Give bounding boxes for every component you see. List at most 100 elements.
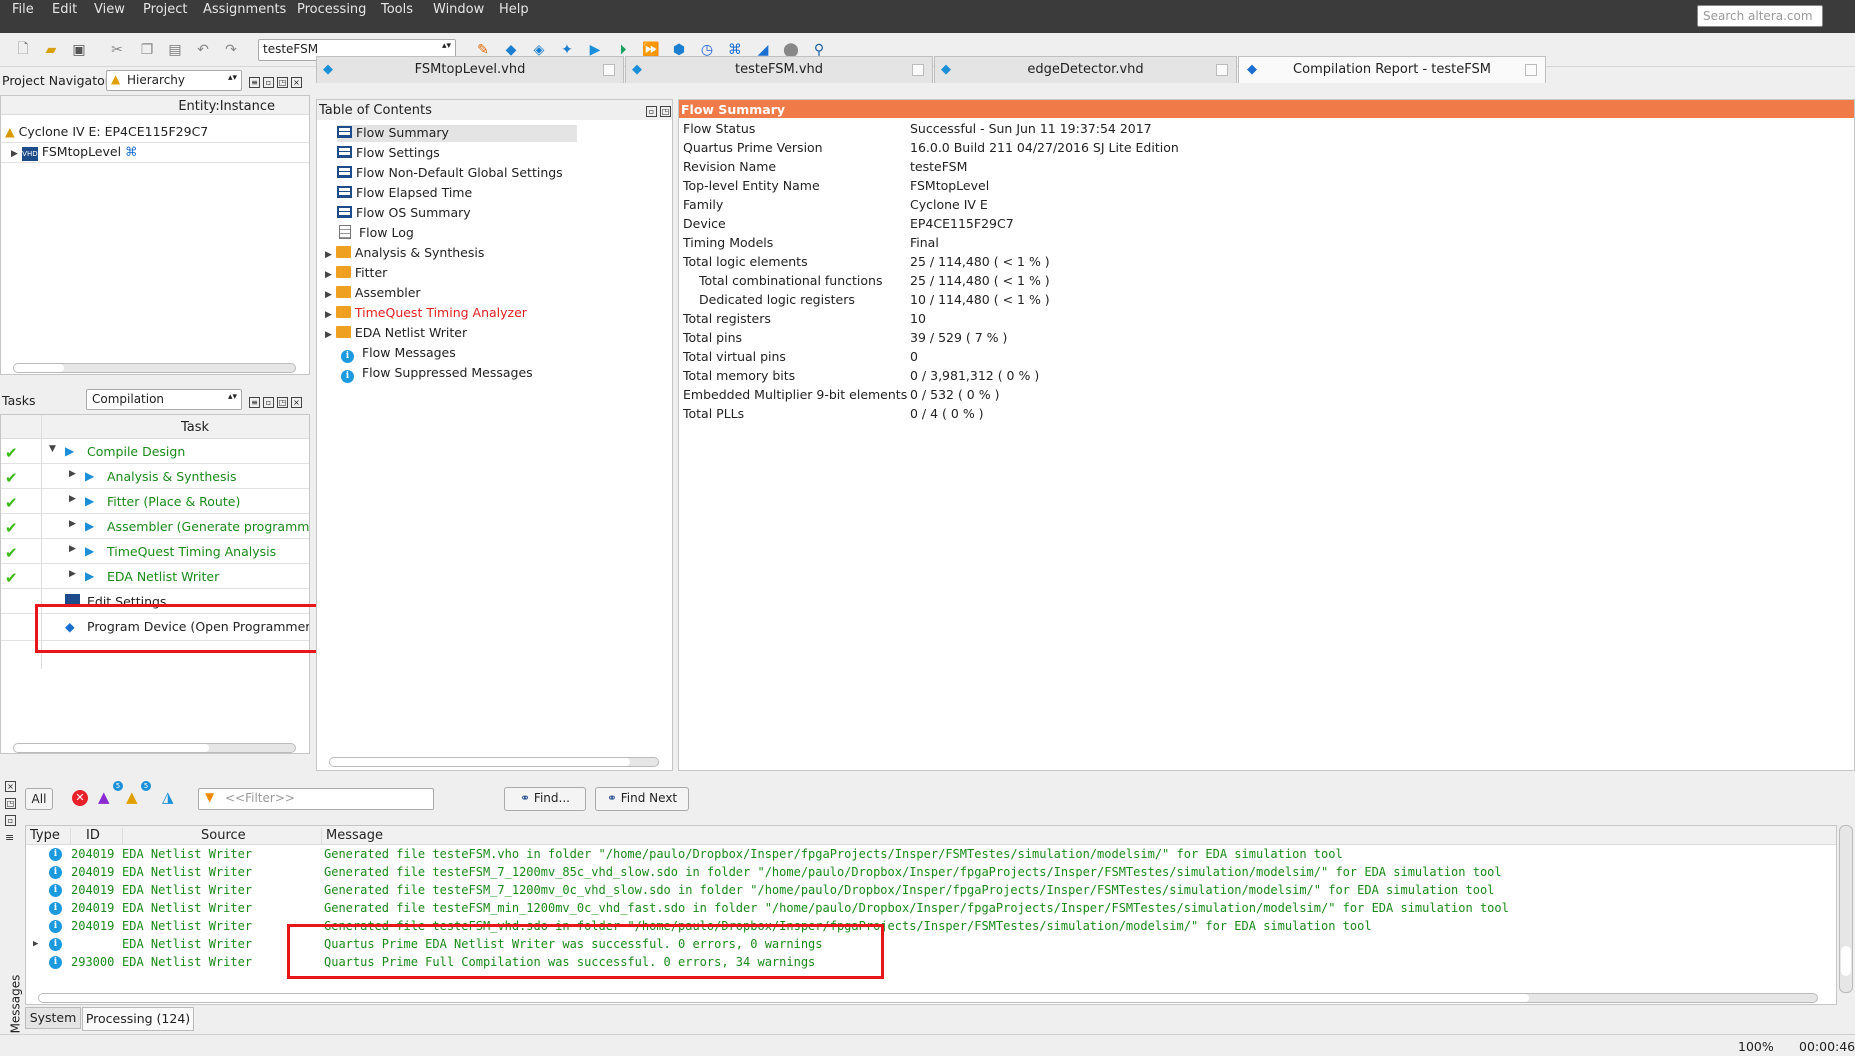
messages-vscrollbar[interactable] — [1839, 825, 1853, 993]
tab-testefsm[interactable]: ◆ testeFSM.vhd — [625, 56, 933, 83]
navigator-scrollbar[interactable] — [13, 363, 296, 373]
message-row[interactable]: i 204019 EDA Netlist Writer Generated file … — [26, 901, 1836, 918]
close-tab-icon[interactable] — [1216, 64, 1228, 76]
tab-compilation-report[interactable]: ◆ Compilation Report - testeFSM — [1238, 56, 1546, 83]
toc-flow-log[interactable]: Flow Log — [339, 225, 414, 242]
undo-icon[interactable]: ↶ — [194, 41, 212, 59]
toc-suppressed-messages[interactable]: i Flow Suppressed Messages — [341, 365, 533, 383]
task-eda-netlist-writer[interactable]: ✔ ▶ ▶ EDA Netlist Writer — [5, 569, 305, 587]
message-row[interactable]: i 204019 EDA Netlist Writer Generated file … — [26, 865, 1836, 882]
close-tab-icon[interactable] — [912, 64, 924, 76]
find-button[interactable]: ⚭ Find... — [504, 787, 586, 811]
tab-edgedetector[interactable]: ◆ edgeDetector.vhd — [934, 56, 1237, 83]
summary-row: Total logic elements 25 / 114,480 ( < 1 %… — [679, 254, 1854, 270]
close-icon[interactable]: × — [291, 397, 302, 408]
summary-row: Total PLLs 0 / 4 ( 0 % ) — [679, 406, 1854, 422]
summary-key: Total logic elements — [683, 254, 808, 269]
info-icon: i — [341, 350, 354, 363]
message-filter-input[interactable]: ▼ <<Filter>> — [198, 788, 434, 810]
search-input[interactable]: Search altera.com — [1697, 5, 1823, 27]
critical-warning-filter-icon[interactable]: ▲ — [98, 788, 110, 806]
toc-timequest[interactable]: ▶ TimeQuest Timing Analyzer — [325, 305, 527, 322]
menu-processing[interactable]: Processing — [297, 2, 366, 17]
float-icon[interactable]: ◳ — [660, 106, 671, 117]
show-all-button[interactable]: All — [25, 788, 53, 810]
menu-edit[interactable]: Edit — [52, 2, 77, 17]
play-icon: ▶ — [85, 544, 95, 558]
pin-icon[interactable]: ▫ — [263, 77, 274, 88]
task-analysis-synthesis[interactable]: ✔ ▶ ▶ Analysis & Synthesis — [5, 469, 305, 487]
check-icon: ✔ — [5, 569, 18, 587]
list-icon[interactable]: ≡ — [249, 397, 260, 408]
task-compile-design[interactable]: ✔ ▼ ▶ Compile Design — [5, 444, 305, 462]
toc-non-default[interactable]: Flow Non-Default Global Settings — [337, 165, 563, 182]
top-entity-row[interactable]: ▶ VHD FSMtopLevel ⌘ — [11, 144, 138, 161]
paste-icon[interactable]: ▤ — [166, 41, 184, 59]
copy-icon[interactable]: ❐ — [138, 41, 156, 59]
info-icon: i — [49, 938, 62, 951]
task-fitter[interactable]: ✔ ▶ ▶ Fitter (Place & Route) — [5, 494, 305, 512]
list-icon[interactable]: ≡ — [5, 831, 14, 844]
summary-row: Total pins 39 / 529 ( 7 % ) — [679, 330, 1854, 346]
tasks-panel: Task ✔ ▼ ▶ Compile Design ✔ ▶ ▶ Analysis & Syn… — [0, 414, 310, 754]
message-row[interactable]: i 204019 EDA Netlist Writer Generated file … — [26, 883, 1836, 900]
redo-icon[interactable]: ↷ — [222, 41, 240, 59]
list-icon[interactable]: ≡ — [249, 77, 260, 88]
messages-hscrollbar[interactable] — [38, 993, 1818, 1003]
device-row[interactable]: ▲ Cyclone IV E: EP4CE115F29C7 — [5, 124, 208, 141]
toc-eda-netlist-writer[interactable]: ▶ EDA Netlist Writer — [325, 325, 467, 342]
tab-processing[interactable]: Processing (124) — [82, 1007, 194, 1031]
close-icon[interactable]: × — [291, 77, 302, 88]
toc-flow-messages[interactable]: i Flow Messages — [341, 345, 456, 363]
task-timequest[interactable]: ✔ ▶ ▶ TimeQuest Timing Analysis — [5, 544, 305, 562]
messages-sidebar: × ◳ ▫ ≡ Messages — [0, 777, 22, 1035]
toc-analysis-synthesis[interactable]: ▶ Analysis & Synthesis — [325, 245, 484, 262]
close-icon[interactable]: × — [5, 781, 16, 792]
summary-value: Successful - Sun Jun 11 19:37:54 2017 — [910, 121, 1152, 136]
toc-panel: Table of Contents ▫ ◳ Flow Summary Flow S… — [316, 99, 673, 771]
tasks-scrollbar[interactable] — [13, 743, 296, 753]
toc-scrollbar[interactable] — [329, 757, 659, 767]
menu-tools[interactable]: Tools — [381, 2, 413, 17]
open-folder-icon[interactable]: ▰ — [42, 41, 60, 59]
summary-value: FSMtopLevel — [910, 178, 990, 193]
message-row[interactable]: i 204019 EDA Netlist Writer Generated file … — [26, 847, 1836, 864]
float-icon[interactable]: ◳ — [277, 77, 288, 88]
float-icon[interactable]: ◳ — [277, 397, 288, 408]
toc-flow-settings[interactable]: Flow Settings — [337, 145, 440, 162]
close-tab-icon[interactable] — [603, 64, 615, 76]
play-icon: ▶ — [85, 469, 95, 483]
menu-window[interactable]: Window — [433, 2, 484, 17]
expand-icon[interactable]: ▶ — [11, 149, 18, 159]
expand-icon[interactable]: ▶ — [33, 939, 38, 949]
toc-elapsed-time[interactable]: Flow Elapsed Time — [337, 185, 472, 202]
menu-view[interactable]: View — [94, 2, 125, 17]
suppress-icon[interactable]: ◮ — [162, 788, 174, 806]
pin-icon[interactable]: ▫ — [5, 815, 16, 826]
toc-fitter[interactable]: ▶ Fitter — [325, 265, 387, 282]
find-next-button[interactable]: ⚭ Find Next — [595, 787, 689, 811]
tasks-mode-select[interactable]: Compilation ▴▾ — [86, 389, 242, 410]
task-assembler[interactable]: ✔ ▶ ▶ Assembler (Generate programming — [5, 519, 309, 537]
menu-assignments[interactable]: Assignments — [203, 2, 286, 17]
tab-fsmtoplevel[interactable]: ◆ FSMtopLevel.vhd — [316, 56, 624, 83]
new-file-icon[interactable]: 🗋 — [14, 41, 32, 59]
close-tab-icon[interactable] — [1525, 64, 1537, 76]
menu-project[interactable]: Project — [143, 2, 187, 17]
navigator-mode-select[interactable]: ▲ Hierarchy ▴▾ — [106, 70, 242, 91]
cut-icon[interactable]: ✂ — [108, 41, 126, 59]
toc-flow-summary[interactable]: Flow Summary — [337, 125, 577, 142]
pin-icon[interactable]: ▫ — [263, 397, 274, 408]
float-icon[interactable]: ◳ — [5, 798, 16, 809]
pin-icon[interactable]: ▫ — [646, 106, 657, 117]
summary-value: 0 / 4 ( 0 % ) — [910, 406, 984, 421]
save-icon[interactable]: ▣ — [70, 41, 88, 59]
message-id: 204019 — [71, 847, 115, 861]
error-filter-icon[interactable]: ✕ — [72, 790, 88, 806]
tab-system[interactable]: System — [25, 1007, 81, 1029]
menu-help[interactable]: Help — [499, 2, 529, 17]
toc-os-summary[interactable]: Flow OS Summary — [337, 205, 471, 222]
menu-file[interactable]: File — [12, 2, 34, 17]
toc-assembler[interactable]: ▶ Assembler — [325, 285, 421, 302]
warning-filter-icon[interactable]: ▲ — [126, 788, 138, 806]
